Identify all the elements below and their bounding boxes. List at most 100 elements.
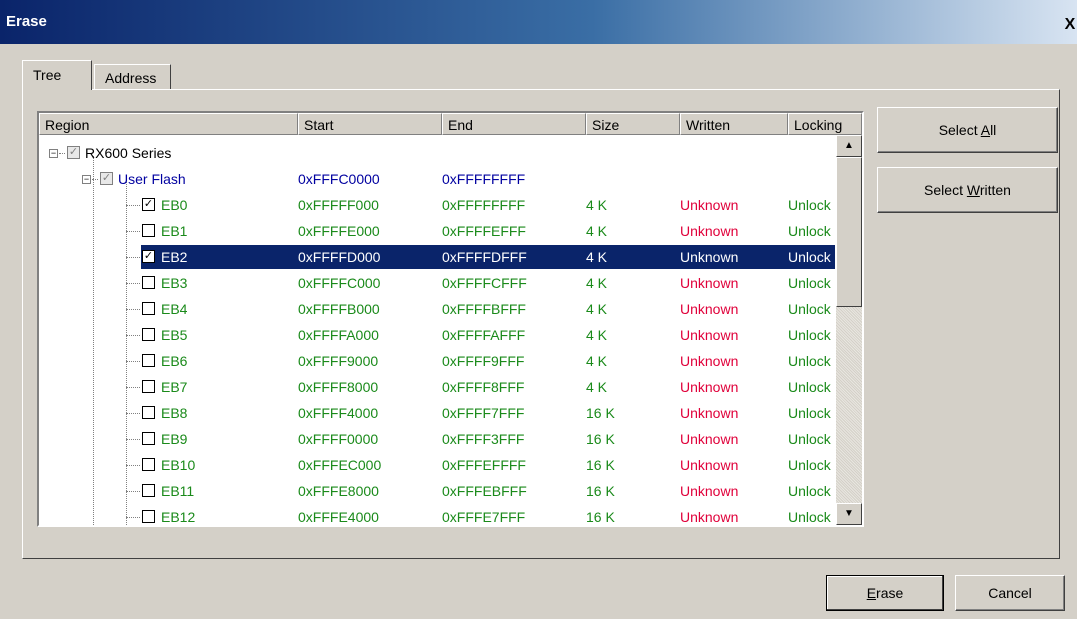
scroll-up-icon[interactable]: ▲ [836, 135, 862, 157]
block-end: 0xFFFFAFFF [442, 327, 526, 343]
block-row[interactable]: EB4 0xFFFFB000 0xFFFFBFFF 4 K Unknown Unlock [39, 296, 835, 322]
block-written: Unknown [680, 301, 739, 317]
block-row[interactable]: ✓ EB0 0xFFFFF000 0xFFFFFFFF 4 K Unknown Unlock [39, 192, 835, 218]
erase-mnemonic: E [866, 585, 877, 601]
block-row[interactable]: EB1 0xFFFFE000 0xFFFFEFFF 4 K Unknown Unlock [39, 218, 835, 244]
select-written-mnemonic: W [966, 182, 980, 198]
block-size: 4 K [586, 301, 608, 317]
tree-line [126, 361, 140, 362]
block-row[interactable]: EB10 0xFFFEC000 0xFFFEFFFF 16 K Unknown Unloc… [39, 452, 835, 478]
block-row[interactable]: EB6 0xFFFF9000 0xFFFF9FFF 4 K Unknown Unlock [39, 348, 835, 374]
group-start: 0xFFFC0000 [298, 171, 380, 187]
tree-line [126, 439, 140, 440]
tree-line [126, 257, 140, 258]
block-written: Unknown [680, 431, 739, 447]
tab-address[interactable]: Address [94, 64, 171, 90]
block-written: Unknown [680, 483, 739, 499]
block-checkbox[interactable] [142, 406, 155, 419]
block-checkbox[interactable] [142, 458, 155, 471]
block-start: 0xFFFFF000 [298, 197, 379, 213]
block-start: 0xFFFE4000 [298, 509, 379, 525]
column-header-size[interactable]: Size [586, 113, 680, 135]
block-checkbox[interactable] [142, 380, 155, 393]
block-row[interactable]: EB5 0xFFFFA000 0xFFFFAFFF 4 K Unknown Unlock [39, 322, 835, 348]
block-row[interactable]: EB9 0xFFFF0000 0xFFFF3FFF 16 K Unknown Unlock [39, 426, 835, 452]
block-start: 0xFFFF4000 [298, 405, 379, 421]
block-name: EB4 [161, 301, 188, 317]
tree-group-label: User Flash [118, 171, 186, 187]
block-name: EB5 [161, 327, 188, 343]
block-end: 0xFFFF7FFF [442, 405, 525, 421]
checkbox-group[interactable]: ✓ [100, 172, 113, 185]
block-checkbox[interactable]: ✓ [142, 198, 155, 211]
block-name: EB0 [161, 197, 188, 213]
block-checkbox[interactable] [142, 224, 155, 237]
checkbox-root[interactable]: ✓ [67, 146, 80, 159]
block-end: 0xFFFF8FFF [442, 379, 525, 395]
block-checkbox[interactable] [142, 328, 155, 341]
scroll-down-icon[interactable]: ▼ [836, 503, 862, 525]
block-checkbox[interactable] [142, 510, 155, 523]
close-icon[interactable]: X [1063, 16, 1077, 34]
block-checkbox[interactable]: ✓ [142, 250, 155, 263]
block-size: 4 K [586, 327, 608, 343]
block-row[interactable]: EB8 0xFFFF4000 0xFFFF7FFF 16 K Unknown Unlock [39, 400, 835, 426]
block-written: Unknown [680, 197, 739, 213]
block-start: 0xFFFFE000 [298, 223, 380, 239]
select-written-button[interactable]: Select Written [877, 167, 1058, 213]
block-end: 0xFFFEBFFF [442, 483, 527, 499]
column-header-start[interactable]: Start [298, 113, 442, 135]
block-row[interactable]: EB11 0xFFFE8000 0xFFFEBFFF 16 K Unknown Unloc… [39, 478, 835, 504]
region-tree-list[interactable]: Region Start End Size Written Locking − … [37, 111, 864, 527]
block-name: EB11 [161, 483, 195, 499]
block-size: 16 K [586, 457, 615, 473]
block-row[interactable]: EB12 0xFFFE4000 0xFFFE7FFF 16 K Unknown Unloc… [39, 504, 835, 525]
block-locking: Unlock [788, 457, 831, 473]
tree-line [92, 179, 98, 180]
block-checkbox[interactable] [142, 302, 155, 315]
block-written: Unknown [680, 405, 739, 421]
block-row[interactable]: ✓ EB2 0xFFFFD000 0xFFFFDFFF 4 K Unknown Unlock [39, 244, 835, 270]
tree-line [126, 335, 140, 336]
block-size: 16 K [586, 483, 615, 499]
tree-line [126, 309, 140, 310]
block-name: EB1 [161, 223, 188, 239]
block-size: 4 K [586, 353, 608, 369]
block-checkbox[interactable] [142, 432, 155, 445]
column-header-locking[interactable]: Locking [788, 113, 862, 135]
tree-line [126, 517, 140, 518]
block-end: 0xFFFF9FFF [442, 353, 525, 369]
block-name: EB6 [161, 353, 188, 369]
collapse-icon[interactable]: − [49, 149, 58, 158]
select-all-button[interactable]: Select All [877, 107, 1058, 153]
scroll-thumb[interactable] [836, 157, 862, 307]
block-end: 0xFFFFDFFF [442, 249, 527, 265]
block-row[interactable]: EB3 0xFFFFC000 0xFFFFCFFF 4 K Unknown Unlock [39, 270, 835, 296]
block-locking: Unlock [788, 405, 831, 421]
tree-line [126, 283, 140, 284]
column-header-end[interactable]: End [442, 113, 586, 135]
tree-line [59, 153, 65, 154]
erase-button[interactable]: Erase [826, 575, 944, 611]
block-written: Unknown [680, 379, 739, 395]
vertical-scrollbar[interactable]: ▲ ▼ [836, 135, 862, 525]
block-start: 0xFFFFB000 [298, 301, 380, 317]
select-all-label: Select [938, 122, 981, 138]
tree-group-row[interactable]: − ✓ User Flash 0xFFFC0000 0xFFFFFFFF [39, 166, 835, 192]
column-header-region[interactable]: Region [39, 113, 298, 135]
cancel-button[interactable]: Cancel [955, 575, 1065, 611]
block-checkbox[interactable] [142, 354, 155, 367]
tree-root-row[interactable]: − ✓ RX600 Series [39, 140, 835, 166]
block-size: 4 K [586, 223, 608, 239]
block-checkbox[interactable] [142, 276, 155, 289]
collapse-icon[interactable]: − [82, 175, 91, 184]
block-size: 16 K [586, 431, 615, 447]
block-size: 4 K [586, 249, 608, 265]
block-checkbox[interactable] [142, 484, 155, 497]
block-locking: Unlock [788, 275, 831, 291]
column-header-written[interactable]: Written [680, 113, 788, 135]
block-row[interactable]: EB7 0xFFFF8000 0xFFFF8FFF 4 K Unknown Unlock [39, 374, 835, 400]
tab-tree[interactable]: Tree [22, 60, 92, 90]
block-start: 0xFFFEC000 [298, 457, 382, 473]
block-start: 0xFFFF8000 [298, 379, 379, 395]
